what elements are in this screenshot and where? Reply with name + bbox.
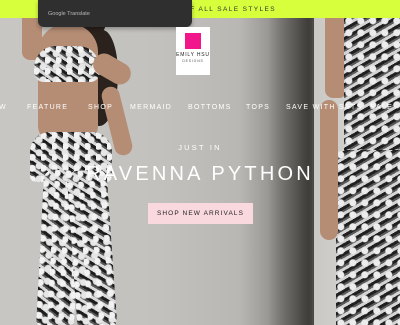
nav-item-tops[interactable]: TOPS [246, 104, 270, 111]
site-logo[interactable]: EMILY HSU DESIGNS [176, 27, 210, 75]
nav-item-save-with-sets[interactable]: SAVE WITH SETS [286, 104, 362, 111]
google-translate-label: Google Translate [48, 11, 90, 17]
nav-item-mermaid[interactable]: MERMAID [130, 104, 172, 111]
logo-mark-icon [185, 33, 201, 49]
shop-new-arrivals-button[interactable]: SHOP NEW ARRIVALS [148, 203, 253, 224]
nav-item-bottoms[interactable]: BOTTOMS [188, 104, 232, 111]
nav-item-featured[interactable]: FEATURE [27, 104, 68, 111]
nav-item-sale[interactable]: SALE [370, 104, 393, 111]
right-model-top [344, 16, 400, 156]
hero-kicker: JUST IN [178, 143, 222, 152]
google-translate-popup[interactable]: Google Translate [38, 0, 192, 27]
cta-label: SHOP NEW ARRIVALS [156, 210, 245, 217]
logo-subtitle: DESIGNS [182, 59, 204, 63]
model-torso [38, 24, 98, 142]
main-nav: W FEATURE SHOP MERMAID BOTTOMS TOPS SAVE… [0, 104, 400, 116]
nav-item-new[interactable]: W [0, 104, 7, 111]
nav-item-shop[interactable]: SHOP [88, 104, 113, 111]
model-sports-bra [34, 46, 100, 82]
logo-name: EMILY HSU [176, 52, 210, 58]
hero-headline: RAVENNA PYTHON [86, 163, 314, 185]
